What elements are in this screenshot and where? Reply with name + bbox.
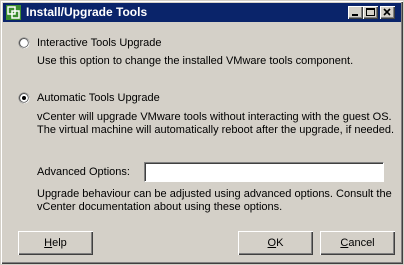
advanced-options-help-line1: Upgrade behaviour can be adjusted using … — [37, 188, 392, 200]
minimize-icon — [352, 14, 358, 16]
automatic-upgrade-description-line2: The virtual machine will automatically r… — [37, 124, 395, 136]
close-icon — [383, 8, 391, 16]
ok-button-label: K — [276, 237, 284, 249]
interactive-upgrade-label[interactable]: Interactive Tools Upgrade — [37, 37, 162, 50]
maximize-icon — [366, 8, 375, 16]
install-upgrade-tools-dialog: Install/Upgrade Tools Interactive Tools … — [0, 0, 404, 265]
automatic-upgrade-label[interactable]: Automatic Tools Upgrade — [37, 92, 160, 105]
interactive-upgrade-radio[interactable] — [18, 37, 30, 49]
title-bar[interactable]: Install/Upgrade Tools — [3, 3, 401, 22]
minimize-button[interactable] — [348, 6, 363, 19]
ok-button[interactable]: OK — [238, 231, 313, 255]
help-button-label: elp — [52, 237, 67, 249]
cancel-button-label: ancel — [348, 237, 375, 249]
automatic-upgrade-radio[interactable] — [18, 92, 30, 104]
help-button-mnemonic: H — [44, 237, 53, 249]
vmware-app-icon — [6, 5, 21, 20]
cancel-button[interactable]: Cancel — [320, 231, 395, 255]
advanced-options-label: Advanced Options: — [37, 166, 130, 178]
ok-button-mnemonic: O — [267, 237, 277, 249]
maximize-button[interactable] — [363, 6, 378, 19]
advanced-options-input[interactable] — [144, 162, 384, 182]
automatic-upgrade-description-line1: vCenter will upgrade VMware tools withou… — [37, 111, 392, 123]
close-button[interactable] — [380, 6, 395, 19]
help-button[interactable]: Help — [18, 231, 93, 255]
window-title: Install/Upgrade Tools — [26, 5, 148, 19]
advanced-options-help-line2: vCenter documentation about using these … — [37, 201, 283, 213]
interactive-upgrade-description: Use this option to change the installed … — [37, 55, 354, 67]
